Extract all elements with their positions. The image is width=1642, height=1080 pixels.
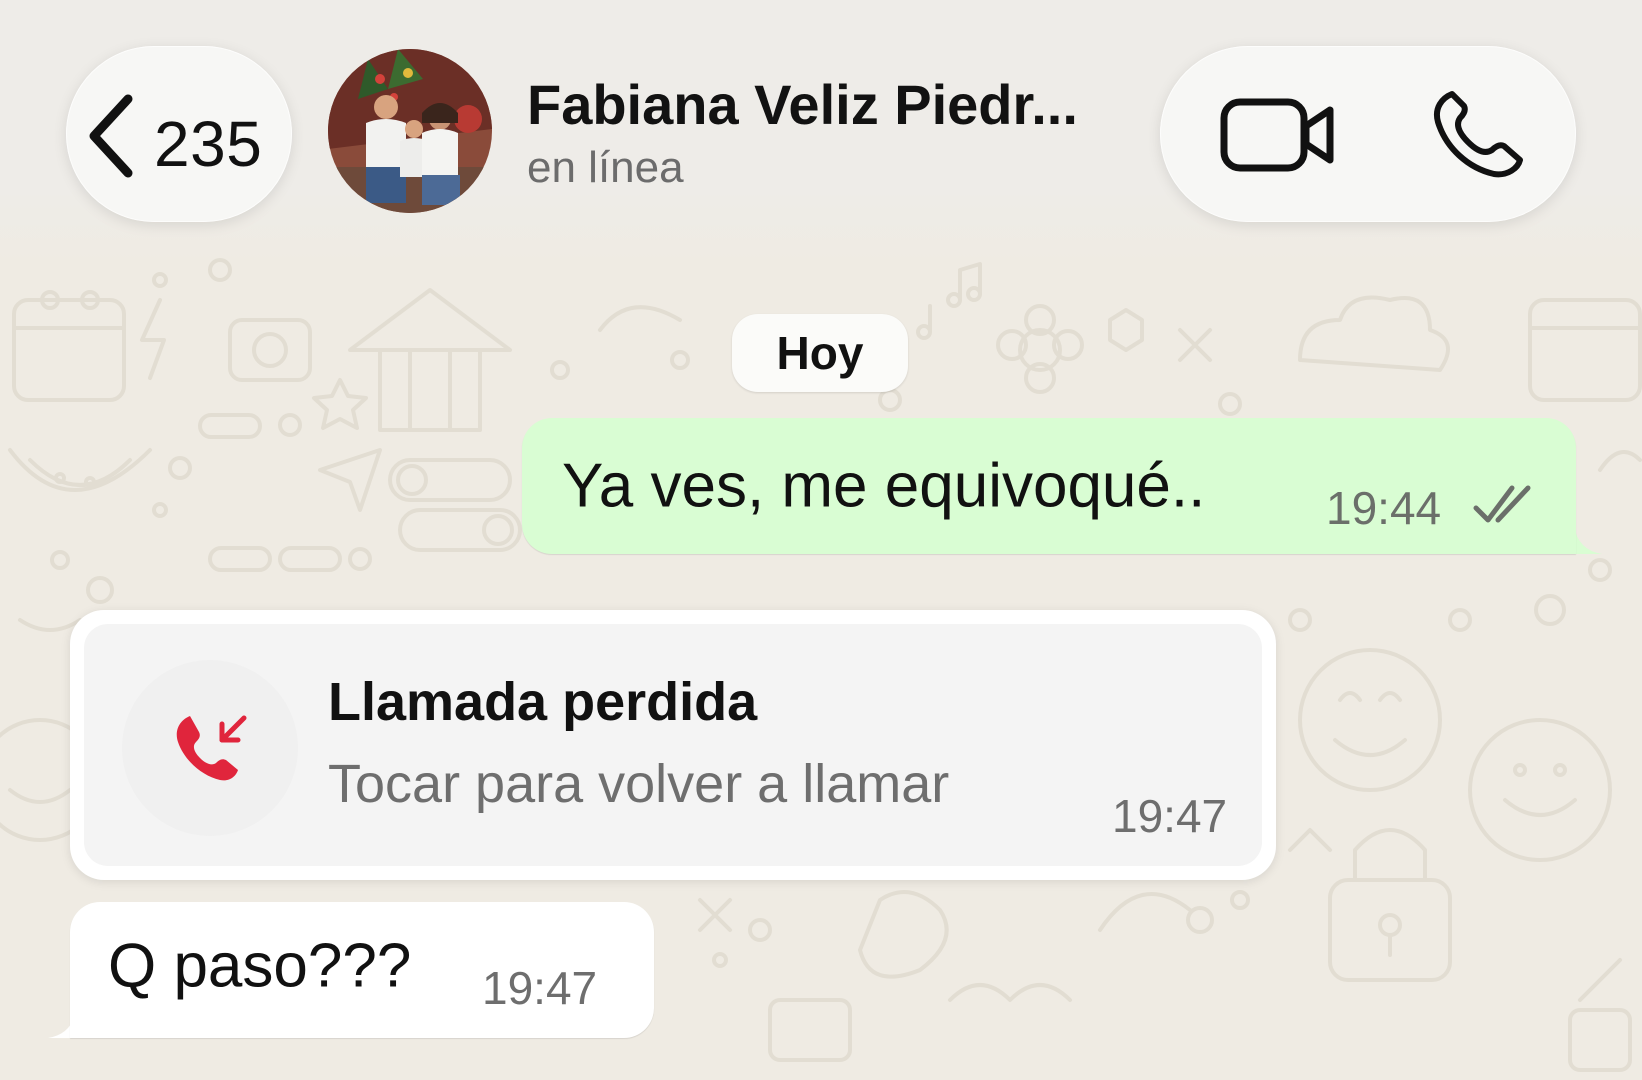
avatar[interactable]: [328, 49, 492, 213]
missed-call-icon: [176, 715, 247, 781]
bubble-tail: [1574, 526, 1602, 554]
date-separator: Hoy: [732, 314, 908, 392]
missed-call-title: Llamada perdida: [328, 672, 758, 732]
double-check-icon: [1473, 485, 1531, 523]
incoming-message[interactable]: Q paso??? 19:47: [70, 902, 654, 1038]
missed-call-icon-circle: [122, 660, 298, 836]
avatar-photo: [328, 49, 492, 213]
missed-call-message[interactable]: Llamada perdida Tocar para volver a llam…: [70, 610, 1276, 880]
message-time: 19:47: [482, 962, 598, 1014]
back-button[interactable]: 235: [66, 46, 292, 222]
back-chevron-icon: [89, 94, 133, 178]
phone-icon: [1434, 91, 1523, 178]
call-actions: [1160, 46, 1576, 222]
unread-count: 235: [154, 108, 263, 180]
video-call-icon: [1220, 98, 1334, 172]
missed-call-card: Llamada perdida Tocar para volver a llam…: [84, 624, 1262, 866]
message-text: Q paso???: [108, 931, 412, 1001]
message-time: 19:44: [1326, 482, 1442, 534]
message-text: Ya ves, me equivoqué..: [562, 451, 1206, 521]
message-time: 19:47: [1112, 790, 1228, 842]
missed-call-subtitle: Tocar para volver a llamar: [328, 754, 950, 814]
contact-status: en línea: [527, 143, 684, 192]
outgoing-message[interactable]: Ya ves, me equivoqué.. 19:44: [522, 418, 1576, 554]
voice-call-button[interactable]: [1428, 88, 1528, 180]
video-call-button[interactable]: [1218, 88, 1338, 180]
contact-name[interactable]: Fabiana Veliz Piedr...: [527, 72, 1078, 137]
